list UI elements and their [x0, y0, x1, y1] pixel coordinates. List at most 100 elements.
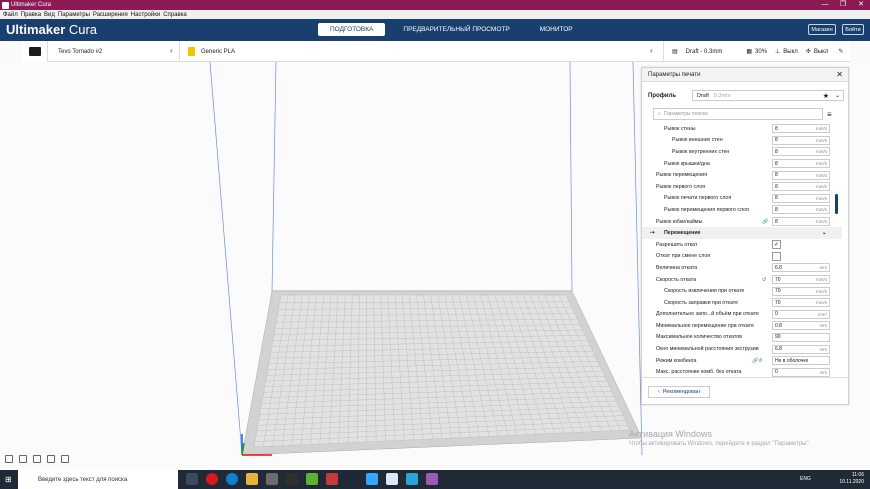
setting-value-field[interactable]: 8 mm/s	[772, 124, 830, 134]
reset-icon[interactable]: ↺	[762, 277, 766, 283]
setting-checkbox[interactable]: ✓	[772, 240, 781, 250]
setting-label: Режим комбинга	[656, 357, 697, 364]
menu-preferences[interactable]: Настройки	[131, 12, 160, 18]
menu-settings[interactable]: Параметры	[58, 12, 90, 18]
profile-value: Draft	[697, 92, 709, 99]
setting-value-field[interactable]: 8 mm/s	[772, 217, 830, 227]
app-header: Ultimaker Cura ПОДГОТОВКА ПРЕДВАРИТЕЛЬНЫ…	[0, 19, 870, 41]
opera-icon[interactable]	[206, 473, 218, 485]
view-3d-icon[interactable]	[5, 455, 13, 463]
setting-row: Дополнительно запо...й объём при откате 0…	[642, 309, 842, 321]
setting-value-field[interactable]: 8 mm/s	[772, 170, 830, 180]
steam-icon[interactable]	[346, 473, 358, 485]
taskbar-search-input[interactable]: Введите здесь текст для поиска	[18, 470, 178, 489]
setting-row: Рывок внутренних стен 8 mm/s	[642, 146, 842, 158]
setting-value-field[interactable]: 0 mm	[772, 367, 830, 377]
maximize-button[interactable]: ❐	[834, 0, 852, 10]
open-file-button[interactable]	[22, 41, 48, 62]
edge-icon[interactable]	[226, 473, 238, 485]
settings-search-input[interactable]: ⌕ Параметры поиска	[653, 108, 823, 120]
setting-value-field[interactable]: 70 mm/s	[772, 286, 830, 296]
recommended-button[interactable]: ‹ Рекомендован	[648, 386, 710, 398]
setting-value: 8	[775, 125, 778, 132]
ultimaker-logo: Ultimaker Cura	[6, 22, 98, 37]
setting-value-field[interactable]: 70 mm/s	[772, 275, 830, 285]
windows-taskbar: ⊞ Введите здесь текст для поиска ENG 11:…	[0, 470, 870, 489]
settings-scrollbar[interactable]	[835, 194, 838, 214]
view-right-icon[interactable]	[61, 455, 69, 463]
setting-label: Откат при смене слоя	[656, 253, 711, 260]
photoshop-icon[interactable]	[366, 473, 378, 485]
profile-hint: 0.3mm	[713, 92, 731, 99]
setting-row: Окно минимальной расстояния экструзии 6.8…	[642, 343, 842, 355]
app-icon[interactable]	[386, 473, 398, 485]
setting-value-field[interactable]: Не в оболочке	[772, 356, 830, 366]
setting-value: Не в оболочке	[775, 357, 809, 364]
material-selector[interactable]: Generic PLA ‹	[182, 41, 662, 62]
taskbar-apps	[186, 473, 438, 485]
app-icon[interactable]	[326, 473, 338, 485]
setting-value-field[interactable]: 90	[772, 332, 830, 342]
task-view-icon[interactable]	[186, 473, 198, 485]
keyboard-language[interactable]: ENG	[800, 476, 811, 482]
setting-value-field[interactable]: 6.8 mm	[772, 263, 830, 273]
menu-extensions[interactable]: Расширения	[93, 12, 128, 18]
setting-label: Перемещение	[664, 230, 701, 237]
signin-button[interactable]: Войти	[842, 24, 864, 35]
setting-value: 8	[775, 206, 778, 213]
setting-value-field[interactable]: 8 mm/s	[772, 135, 830, 145]
setting-label: Максимальное количество откатов	[656, 334, 742, 341]
view-top-icon[interactable]	[33, 455, 41, 463]
close-icon[interactable]: ✕	[836, 70, 843, 79]
setting-label: Рывок стены	[664, 125, 696, 132]
view-front-icon[interactable]	[19, 455, 27, 463]
settings-category[interactable]: Перемещение ⇢ ⌄	[642, 227, 842, 239]
print-settings-selector[interactable]: ▤ Draft - 0.3mm ▦ 30% ⊥ Выкл ✣ Выкл ✎	[663, 41, 870, 62]
close-window-button[interactable]: ✕	[852, 0, 870, 10]
windows-start-icon[interactable]: ⊞	[5, 475, 12, 484]
setting-value-field[interactable]: 8 mm/s	[772, 205, 830, 215]
setting-value-field[interactable]: 8 mm/s	[772, 182, 830, 192]
marketplace-button[interactable]: Магазин	[808, 24, 836, 35]
printer-selector[interactable]: Tevo Tornado #2 ‹	[52, 41, 180, 62]
setting-value-field[interactable]: 0 mm³	[772, 309, 830, 319]
setting-value: 70	[775, 276, 781, 283]
link-icon[interactable]: 🔗	[762, 219, 768, 225]
explorer-icon[interactable]	[246, 473, 258, 485]
store-icon[interactable]	[266, 473, 278, 485]
menu-view[interactable]: Вид	[44, 12, 55, 18]
mail-icon[interactable]	[286, 473, 298, 485]
setting-unit: mm/s	[816, 288, 827, 294]
chevron-left-icon: ‹	[650, 46, 653, 55]
setting-value-field[interactable]: 6.8 mm	[772, 344, 830, 354]
setting-value-field[interactable]: 0.8 mm	[772, 321, 830, 331]
setting-value: 6.8	[775, 264, 782, 271]
setting-row: Максимальное количество откатов 90	[642, 332, 842, 344]
setting-label: Дополнительно запо...й объём при откате	[656, 311, 759, 318]
link-icon[interactable]: 🔗↺	[752, 358, 762, 364]
menu-edit[interactable]: Правка	[21, 12, 41, 18]
menu-file[interactable]: Файл	[3, 12, 18, 18]
app-icon[interactable]	[426, 473, 438, 485]
tab-prepare[interactable]: ПОДГОТОВКА	[318, 23, 386, 36]
chevron-left-icon: ‹	[658, 389, 660, 395]
search-placeholder: Параметры поиска	[663, 111, 708, 117]
setting-checkbox[interactable]	[772, 251, 781, 261]
view-left-icon[interactable]	[47, 455, 55, 463]
setting-value-field[interactable]: 8 mm/s	[772, 159, 830, 169]
settings-menu-icon[interactable]: ≡	[827, 110, 832, 119]
setting-value-field[interactable]: 8 mm/s	[772, 147, 830, 157]
cura-taskbar-icon[interactable]	[406, 473, 418, 485]
clock[interactable]: 11:06 10.11.2020	[839, 472, 864, 486]
star-icon[interactable]: ★	[823, 92, 829, 100]
setting-value-field[interactable]: 70 mm/s	[772, 298, 830, 308]
setting-value-field[interactable]: 8 mm/s	[772, 193, 830, 203]
menu-help[interactable]: Справка	[163, 12, 187, 18]
tab-monitor[interactable]: МОНИТОР	[528, 23, 585, 36]
minimize-button[interactable]: —	[816, 0, 834, 10]
nvidia-icon[interactable]	[306, 473, 318, 485]
setting-value: 90	[775, 334, 781, 341]
material-color-icon	[188, 47, 195, 56]
profile-dropdown[interactable]: Draft 0.3mm ★ ⌄	[692, 90, 844, 101]
tab-preview[interactable]: ПРЕДВАРИТЕЛЬНЫЙ ПРОСМОТР	[391, 23, 521, 36]
